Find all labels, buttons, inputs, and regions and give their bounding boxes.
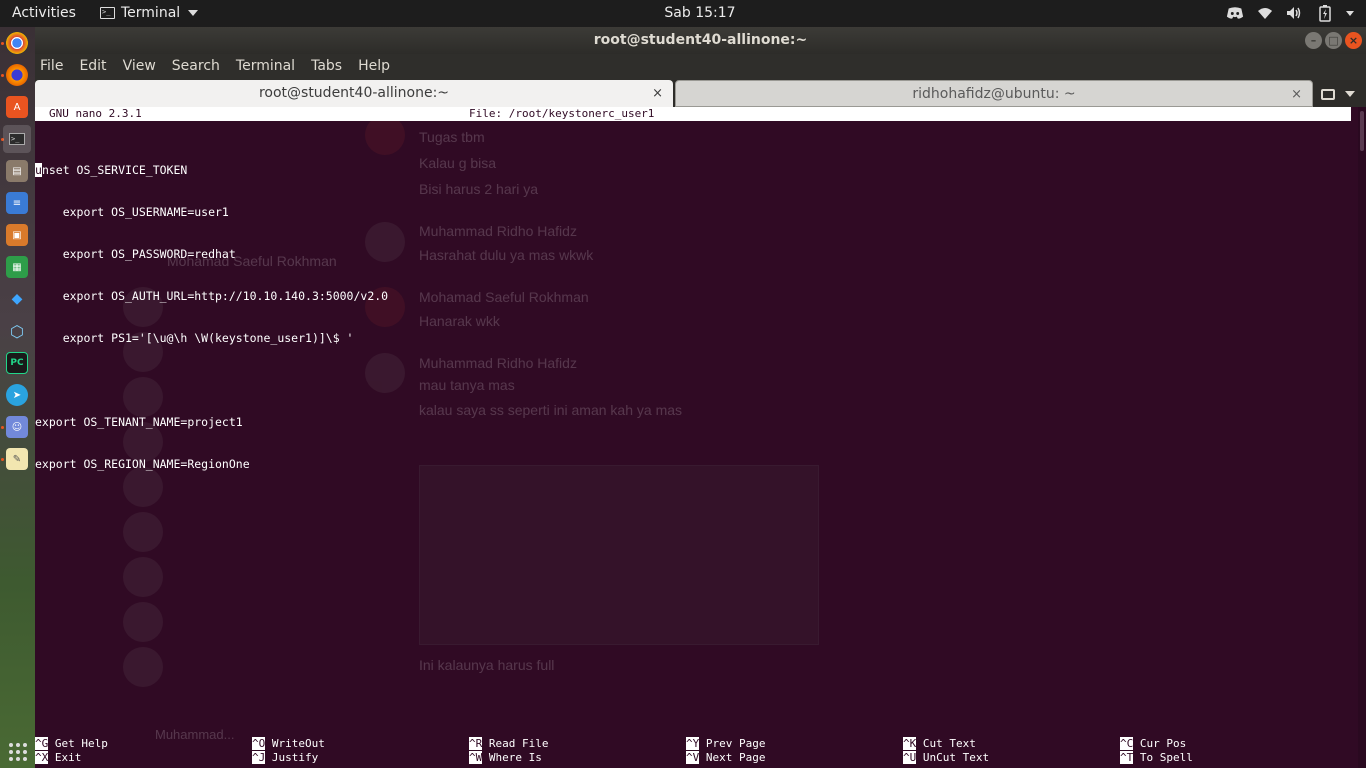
- nano-version: GNU nano 2.3.1: [49, 107, 142, 120]
- shortcut-read-file: ^R Read File: [469, 737, 549, 750]
- editor-line: export OS_TENANT_NAME=project1: [35, 415, 243, 429]
- editor-line: export PS1='[\u@\h \W(keystone_user1)]\$…: [35, 331, 354, 345]
- shortcut-uncut-text: ^U UnCut Text: [903, 751, 990, 764]
- close-button[interactable]: ×: [1345, 32, 1362, 49]
- scrollbar-thumb[interactable]: [1360, 111, 1364, 151]
- ghost-text: Hanarak wkk: [419, 313, 500, 329]
- text-editor-icon[interactable]: ✎: [6, 448, 28, 470]
- discord-icon[interactable]: ☺: [6, 416, 28, 438]
- files-icon[interactable]: ▤: [6, 160, 28, 182]
- tab-root-student40[interactable]: root@student40-allinone:~ ×: [35, 80, 673, 107]
- avatar: [123, 647, 163, 687]
- shortcut-prev-page: ^Y Prev Page: [686, 737, 766, 750]
- shortcut-writeout: ^O WriteOut: [252, 737, 325, 750]
- menu-search[interactable]: Search: [171, 54, 227, 80]
- ghost-text: Hasrahat dulu ya mas wkwk: [419, 247, 594, 263]
- terminal-window: root@student40-allinone:~ – □ × File Edi…: [35, 27, 1366, 768]
- menu-help[interactable]: Help: [357, 54, 397, 80]
- system-menu-caret-icon[interactable]: [1346, 10, 1354, 16]
- ghost-text: Bisi harus 2 hari ya: [419, 181, 539, 197]
- window-titlebar[interactable]: root@student40-allinone:~ – □ ×: [35, 27, 1366, 54]
- system-tray[interactable]: [1226, 4, 1354, 22]
- window-controls: – □ ×: [1305, 32, 1362, 49]
- volume-icon[interactable]: [1286, 4, 1304, 22]
- calc-icon[interactable]: ▦: [6, 256, 28, 278]
- dock: A >_ ▤ ≡ ▣ ▦ ◆ ⬡ PC ➤ ☺ ✎: [0, 27, 35, 768]
- editor-line-text: nset OS_SERVICE_TOKEN: [41, 163, 188, 177]
- virtualbox-icon[interactable]: ⬡: [6, 320, 28, 342]
- minimize-button[interactable]: –: [1305, 32, 1322, 49]
- terminal-icon[interactable]: >_: [3, 125, 31, 153]
- impress-icon[interactable]: ▣: [6, 224, 28, 246]
- shortcut-where-is: ^W Where Is: [469, 751, 542, 764]
- ghost-text: Kalau g bisa: [419, 155, 497, 171]
- maximize-button[interactable]: □: [1325, 32, 1342, 49]
- running-indicator: [1, 458, 4, 461]
- telegram-icon[interactable]: ➤: [6, 384, 28, 406]
- shortcut-next-page: ^V Next Page: [686, 751, 766, 764]
- ghost-text: Mohamad Saeful Rokhman: [419, 289, 589, 305]
- ghost-text: Muhammad Ridho Hafidz: [419, 355, 577, 371]
- menu-file[interactable]: File: [39, 54, 70, 80]
- editor-line: export OS_AUTH_URL=http://10.10.140.3:50…: [35, 289, 389, 303]
- ubuntu-software-icon[interactable]: A: [6, 96, 28, 118]
- battery-icon[interactable]: [1316, 4, 1334, 22]
- running-indicator: [1, 426, 4, 429]
- chevron-down-icon[interactable]: [1345, 91, 1355, 97]
- new-tab-menu[interactable]: [1321, 84, 1361, 104]
- tab-bar: root@student40-allinone:~ × ridhohafidz@…: [35, 80, 1366, 107]
- tab-label: root@student40-allinone:~: [258, 85, 450, 101]
- top-bar: Activities >_ Terminal Sab 15:17: [0, 0, 1366, 27]
- editor-line: unset OS_SERVICE_TOKEN: [35, 163, 388, 177]
- shortcut-cur-pos: ^C Cur Pos: [1120, 737, 1187, 750]
- firefox-icon[interactable]: [6, 64, 28, 86]
- shortcut-exit: ^X Exit: [35, 751, 82, 764]
- text-document-icon[interactable]: ≡: [6, 192, 28, 214]
- editor-line: export OS_REGION_NAME=RegionOne: [35, 457, 250, 471]
- menu-terminal[interactable]: Terminal: [235, 54, 302, 80]
- wifi-icon[interactable]: [1256, 4, 1274, 22]
- clock[interactable]: Sab 15:17: [0, 5, 1366, 21]
- tab-ridhohafidz-ubuntu[interactable]: ridhohafidz@ubuntu: ~ ×: [675, 80, 1313, 107]
- window-title: root@student40-allinone:~: [593, 32, 808, 48]
- nano-shortcut-bar: ^G Get Help ^O WriteOut ^R Read File ^Y …: [35, 737, 1358, 767]
- show-applications-icon[interactable]: [9, 743, 27, 761]
- editor-line: export OS_USERNAME=user1: [35, 205, 229, 219]
- ghost-text: Tugas tbm: [419, 129, 485, 145]
- running-indicator: [1, 42, 4, 45]
- menu-tabs[interactable]: Tabs: [310, 54, 349, 80]
- nano-file-name: File: /root/keystonerc_user1: [469, 107, 655, 120]
- shortcut-cut-text: ^K Cut Text: [903, 737, 976, 750]
- shortcut-to-spell: ^T To Spell: [1120, 751, 1193, 764]
- ghost-text: mau tanya mas: [419, 377, 515, 393]
- text-cursor: u: [35, 163, 42, 177]
- running-indicator: [1, 74, 4, 77]
- editor-line: export OS_PASSWORD=redhat: [35, 247, 236, 261]
- ghost-text: Ini kalaunya harus full: [419, 657, 555, 673]
- avatar: [123, 557, 163, 597]
- nano-title-bar: GNU nano 2.3.1 File: /root/keystonerc_us…: [35, 107, 1351, 121]
- nano-editor-buffer[interactable]: unset OS_SERVICE_TOKEN export OS_USERNAM…: [35, 135, 388, 499]
- terminal-content[interactable]: Tugas tbm Kalau g bisa Bisi harus 2 hari…: [35, 107, 1358, 768]
- avatar: [123, 602, 163, 642]
- tab-close-icon[interactable]: ×: [652, 80, 663, 107]
- menu-edit[interactable]: Edit: [78, 54, 113, 80]
- menu-view[interactable]: View: [122, 54, 163, 80]
- tab-label: ridhohafidz@ubuntu: ~: [912, 86, 1076, 102]
- shortcut-get-help: ^G Get Help: [35, 737, 108, 750]
- chrome-icon[interactable]: [6, 32, 28, 54]
- shortcut-justify: ^J Justify: [252, 751, 319, 764]
- menu-bar: File Edit View Search Terminal Tabs Help: [35, 54, 1366, 80]
- ghost-text: kalau saya ss seperti ini aman kah ya ma…: [419, 402, 683, 418]
- tab-close-icon[interactable]: ×: [1291, 81, 1302, 108]
- new-tab-icon[interactable]: [1321, 88, 1335, 100]
- avatar: [123, 512, 163, 552]
- terminal-scrollbar[interactable]: [1358, 107, 1366, 768]
- pycharm-icon[interactable]: PC: [6, 352, 28, 374]
- ghost-text: Muhammad Ridho Hafidz: [419, 223, 577, 239]
- vscode-icon[interactable]: ◆: [6, 288, 28, 310]
- discord-icon[interactable]: [1226, 4, 1244, 22]
- ghost-image: [419, 465, 819, 645]
